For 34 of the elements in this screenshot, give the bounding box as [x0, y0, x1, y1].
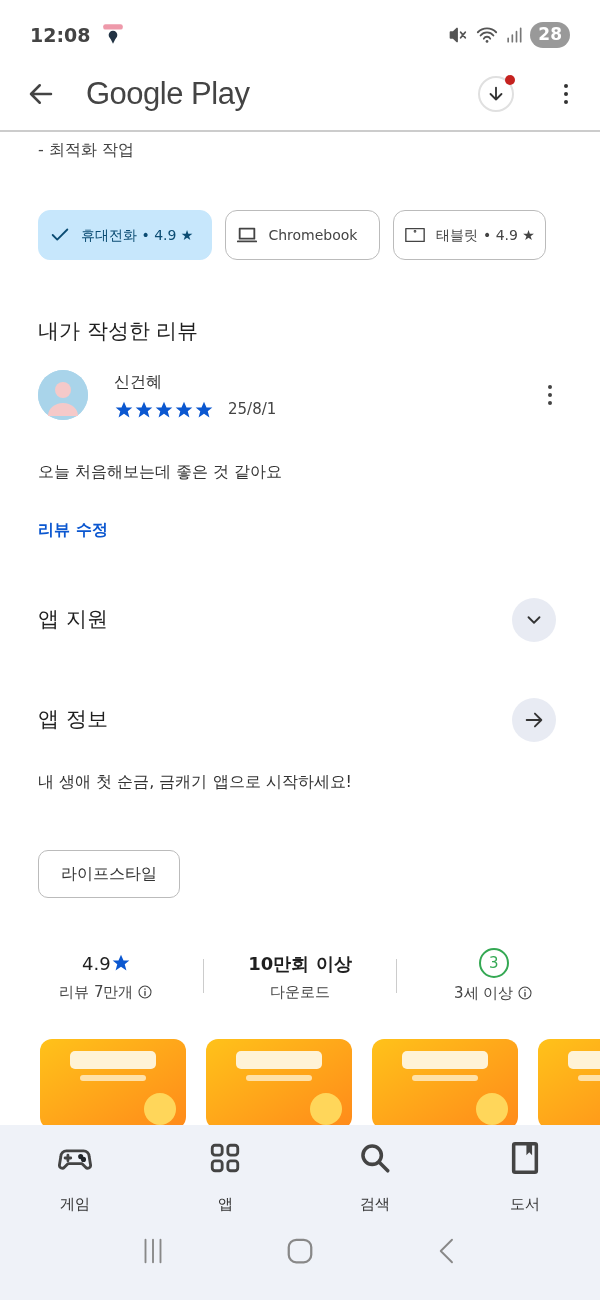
device-chip[interactable]: Chromebook [225, 210, 381, 260]
info-icon [137, 983, 154, 1000]
status-time: 12:08 [30, 22, 91, 48]
section-title: 앱 지원 [38, 606, 108, 634]
edit-review-link[interactable]: 리뷰 수정 [38, 518, 108, 542]
download-count: 10만회 이상 [248, 951, 352, 976]
reviewer-name: 신건혜 [114, 370, 163, 393]
nav-tab[interactable]: 앱 [150, 1141, 300, 1216]
description-text: - 최적화 작업 [38, 139, 135, 161]
category-chip[interactable]: 라이프스타일 [38, 850, 180, 898]
app-title: Google Play [86, 74, 250, 113]
info-icon [517, 985, 534, 1002]
device-chip[interactable]: 휴대전화 • 4.9 ★ [38, 210, 213, 260]
nav-tab[interactable]: 검색 [300, 1141, 450, 1216]
search-icon [358, 1141, 392, 1175]
nav-tab[interactable]: 도서 [450, 1141, 600, 1216]
app-description: 내 생애 첫 순금, 금캐기 앱으로 시작하세요! [38, 771, 353, 793]
avatar [38, 369, 88, 420]
rating-value: 4.9 [82, 951, 111, 976]
section-heading: 내가 작성한 리뷰 [38, 318, 200, 345]
review-text: 오늘 처음해보는데 좋은 것 같아요 [38, 461, 284, 483]
signal-icon [504, 25, 525, 45]
stat-label: 3세 이상 [454, 983, 514, 1004]
battery-level: 28 [530, 22, 570, 48]
stat-label: 다운로드 [270, 981, 330, 1003]
device-chip[interactable]: 태블릿 • 4.9 ★ [393, 210, 546, 260]
age-rating-badge: 3 [478, 948, 509, 978]
section-title: 앱 정보 [38, 706, 108, 734]
review-date: 25/8/1 [228, 398, 277, 420]
arrow-button[interactable] [512, 698, 556, 742]
download-button[interactable] [478, 76, 514, 112]
apps-icon [208, 1141, 242, 1175]
stat-label: 리뷰 7만개 [59, 981, 134, 1003]
nav-tab[interactable]: 게임 [0, 1141, 150, 1216]
